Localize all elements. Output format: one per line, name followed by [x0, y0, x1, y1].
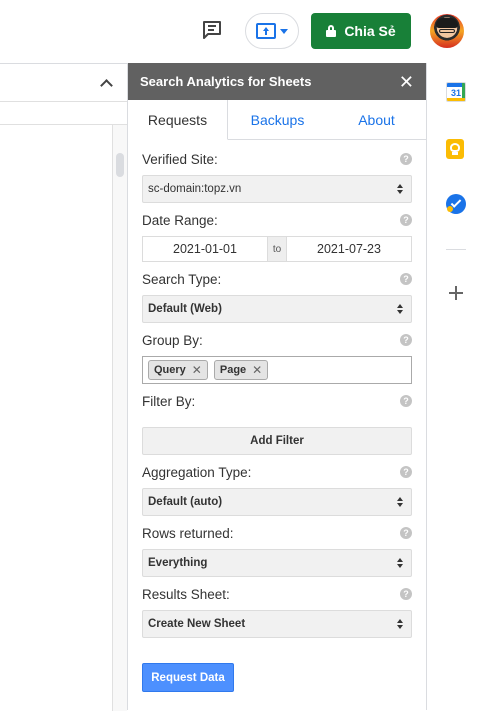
- rows-returned-row: Rows returned: ?: [142, 524, 412, 542]
- tab-requests[interactable]: Requests: [128, 100, 228, 140]
- results-sheet-value: Create New Sheet: [148, 618, 246, 630]
- group-by-input[interactable]: Query ✕ Page ✕: [142, 356, 412, 384]
- group-by-row: Group By: ?: [142, 331, 412, 349]
- tab-backups[interactable]: Backups: [228, 100, 327, 139]
- date-range-inputs: 2021-01-01 to 2021-07-23: [142, 236, 412, 262]
- date-range-label: Date Range:: [142, 212, 218, 228]
- verified-site-select[interactable]: sc-domain:topz.vn: [142, 175, 412, 203]
- remove-tag-icon[interactable]: ✕: [192, 363, 202, 377]
- sidebar-header: Search Analytics for Sheets ✕: [128, 63, 426, 100]
- search-type-row: Search Type: ?: [142, 270, 412, 288]
- rows-returned-select[interactable]: Everything: [142, 549, 412, 577]
- results-sheet-select[interactable]: Create New Sheet: [142, 610, 412, 638]
- group-by-tag: Page ✕: [213, 360, 269, 380]
- up-down-arrows-icon: [397, 558, 403, 568]
- filter-by-label: Filter By:: [142, 393, 196, 409]
- aggregation-type-value: Default (auto): [148, 496, 223, 508]
- up-down-arrows-icon: [397, 304, 403, 314]
- up-down-arrows-icon: [397, 184, 403, 194]
- keep-icon[interactable]: [446, 139, 464, 159]
- side-panel-rail: 31: [428, 63, 478, 710]
- sheet-grid[interactable]: [0, 125, 113, 711]
- group-by-tag-label: Query: [154, 364, 186, 376]
- present-button[interactable]: [245, 13, 299, 49]
- formula-bar[interactable]: [0, 101, 127, 125]
- chevron-up-icon[interactable]: [100, 77, 112, 89]
- rows-returned-label: Rows returned:: [142, 525, 234, 541]
- aggregation-type-row: Aggregation Type: ?: [142, 463, 412, 481]
- calendar-icon[interactable]: 31: [446, 82, 466, 102]
- verified-site-label: Verified Site:: [142, 151, 218, 167]
- search-type-select[interactable]: Default (Web): [142, 295, 412, 323]
- help-icon[interactable]: ?: [400, 214, 412, 226]
- comment-icon[interactable]: [200, 18, 224, 42]
- lock-icon: [326, 25, 337, 37]
- up-down-arrows-icon: [397, 497, 403, 507]
- help-icon[interactable]: ?: [400, 527, 412, 539]
- search-type-label: Search Type:: [142, 271, 222, 287]
- add-icon[interactable]: [446, 283, 466, 303]
- date-range-to-label: to: [267, 237, 287, 261]
- chevron-down-icon: [280, 28, 288, 34]
- tab-about[interactable]: About: [327, 100, 426, 139]
- help-icon[interactable]: ?: [400, 334, 412, 346]
- filter-by-row: Filter By: ?: [142, 392, 412, 410]
- spreadsheet-area: [0, 63, 127, 711]
- help-icon[interactable]: ?: [400, 588, 412, 600]
- sidebar-title: Search Analytics for Sheets: [140, 74, 312, 89]
- vertical-scrollbar[interactable]: [113, 125, 127, 711]
- request-data-button[interactable]: Request Data: [142, 663, 234, 692]
- share-button[interactable]: Chia Sẻ: [311, 13, 411, 49]
- search-type-value: Default (Web): [148, 303, 222, 315]
- end-date-input[interactable]: 2021-07-23: [287, 237, 411, 261]
- add-filter-button[interactable]: Add Filter: [142, 427, 412, 455]
- tasks-icon[interactable]: [446, 194, 466, 214]
- results-sheet-label: Results Sheet:: [142, 586, 230, 602]
- verified-site-row: Verified Site: ?: [142, 150, 412, 168]
- present-icon: [256, 23, 276, 39]
- group-by-tag-label: Page: [219, 364, 247, 376]
- aggregation-type-label: Aggregation Type:: [142, 464, 252, 480]
- scrollbar-thumb[interactable]: [116, 153, 124, 177]
- remove-tag-icon[interactable]: ✕: [252, 363, 262, 377]
- start-date-input[interactable]: 2021-01-01: [143, 237, 267, 261]
- rail-divider: [446, 249, 466, 250]
- group-by-tag: Query ✕: [148, 360, 208, 380]
- help-icon[interactable]: ?: [400, 273, 412, 285]
- sidebar-tabs: Requests Backups About: [128, 100, 426, 140]
- verified-site-value: sc-domain:topz.vn: [148, 183, 242, 195]
- close-icon[interactable]: ✕: [399, 73, 414, 91]
- search-analytics-sidebar: Search Analytics for Sheets ✕ Requests B…: [127, 63, 427, 710]
- help-icon[interactable]: ?: [400, 395, 412, 407]
- avatar[interactable]: [430, 14, 464, 48]
- up-down-arrows-icon: [397, 619, 403, 629]
- request-form: Verified Site: ? sc-domain:topz.vn Date …: [128, 140, 426, 692]
- group-by-label: Group By:: [142, 332, 203, 348]
- share-button-label: Chia Sẻ: [344, 23, 396, 39]
- rows-returned-value: Everything: [148, 557, 208, 569]
- help-icon[interactable]: ?: [400, 466, 412, 478]
- date-range-row: Date Range: ?: [142, 211, 412, 229]
- top-bar: Chia Sẻ: [0, 0, 478, 63]
- aggregation-type-select[interactable]: Default (auto): [142, 488, 412, 516]
- help-icon[interactable]: ?: [400, 153, 412, 165]
- results-sheet-row: Results Sheet: ?: [142, 585, 412, 603]
